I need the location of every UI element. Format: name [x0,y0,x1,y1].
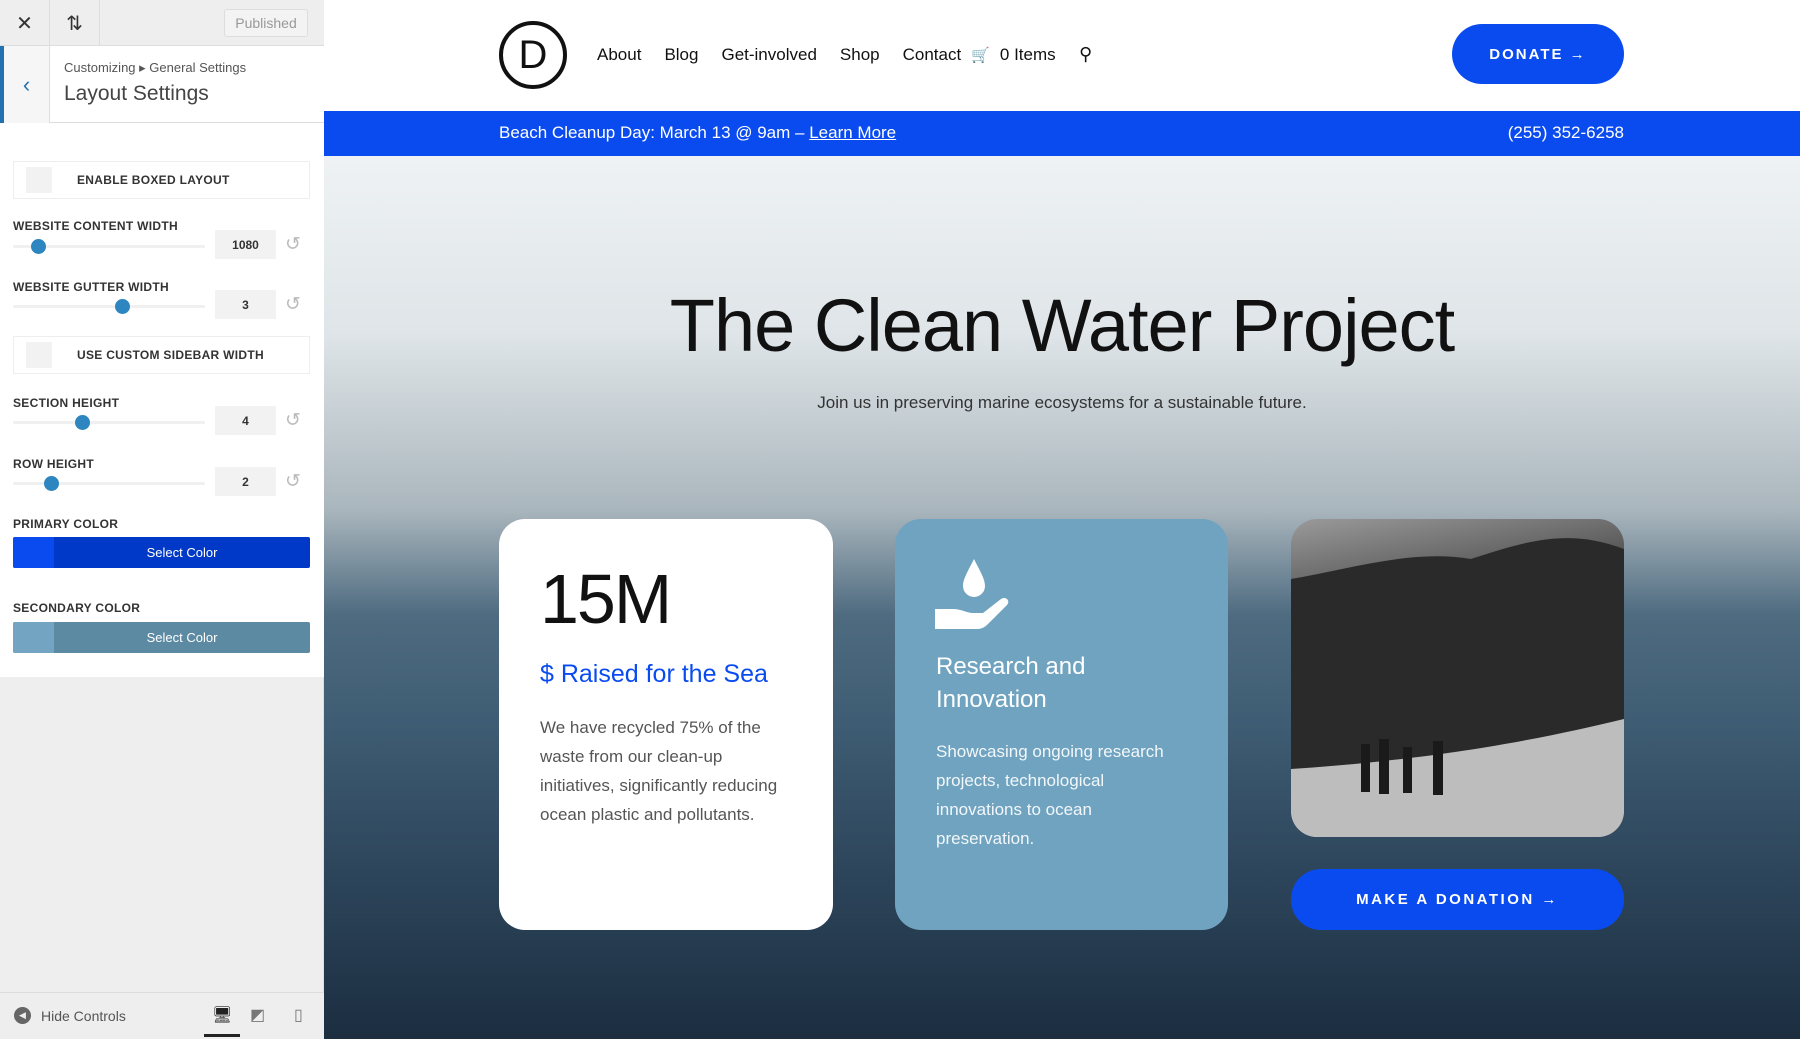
enable-boxed-layout-toggle[interactable]: ENABLE BOXED LAYOUT [13,161,310,199]
reset-icon[interactable]: ↺ [285,293,301,316]
donate-button[interactable]: DONATE → [1452,24,1624,84]
reset-icon[interactable]: ↺ [285,470,301,493]
section-height-slider[interactable] [13,415,205,430]
slider-handle[interactable] [115,299,131,314]
research-heading: Research and Innovation [936,653,1086,713]
breadcrumb: Customizing ▸ General Settings [64,60,247,75]
customizer-topbar: ✕ ⇅ Published [0,0,324,46]
cart-icon[interactable]: 🛒 [971,46,990,64]
hero-subtitle: Join us in preserving marine ecosystems … [817,393,1307,412]
button-label: Select Color [146,630,218,645]
arrows-up-down-icon[interactable]: ⇅ [50,0,100,46]
cart-count[interactable]: 0 Items [1000,45,1056,65]
promo-text: Beach Cleanup Day: March 13 @ 9am – [499,123,810,142]
gutter-width-label: WEBSITE GUTTER WIDTH [13,280,169,294]
site-header: D About Blog Get-involved Shop Contact 🛒… [324,0,1800,111]
stat-card: 15M $ Raised for the Sea We have recycle… [499,519,833,930]
research-card: Research and Innovation Showcasing ongoi… [895,519,1228,930]
close-icon[interactable]: ✕ [0,0,50,46]
mobile-preview-icon[interactable]: ▯ [294,1005,303,1025]
secondary-color-button[interactable]: Select Color [13,622,310,653]
promo-text-wrap: Beach Cleanup Day: March 13 @ 9am – Lear… [499,123,896,143]
customizer-footer: ◀ Hide Controls 🖥 ◩ ▯ [0,992,324,1039]
hide-controls-label: Hide Controls [41,1007,126,1024]
collapse-icon: ◀ [14,1007,31,1024]
hero-title: The Clean Water Project [669,284,1455,367]
slider-handle[interactable] [44,476,60,491]
beach-photo [1291,519,1624,837]
main-nav: About Blog Get-involved Shop Contact 🛒 0… [597,44,1092,65]
primary-color-button[interactable]: Select Color [13,537,310,568]
back-icon[interactable]: ‹ [0,46,50,123]
slider-handle[interactable] [75,415,91,430]
toggle-label: USE CUSTOM SIDEBAR WIDTH [77,348,264,362]
learn-more-link[interactable]: Learn More [809,123,896,142]
section-header: ‹ Customizing ▸ General Settings Layout … [0,46,324,123]
nav-get-involved[interactable]: Get-involved [721,45,816,65]
toggle-label: ENABLE BOXED LAYOUT [77,173,230,187]
site-preview: D About Blog Get-involved Shop Contact 🛒… [324,0,1800,1039]
make-donation-button[interactable]: MAKE A DONATION → [1291,869,1624,930]
nav-about[interactable]: About [597,45,641,65]
content-width-label: WEBSITE CONTENT WIDTH [13,219,178,233]
content-width-input[interactable]: 1080 [215,230,276,259]
tablet-preview-icon[interactable]: ◩ [250,1005,265,1025]
desktop-preview-icon[interactable]: 🖥 [204,1005,241,1037]
reset-icon[interactable]: ↺ [285,233,301,256]
button-label: Select Color [146,545,218,560]
site-logo[interactable]: D [499,21,567,89]
hide-controls-button[interactable]: ◀ Hide Controls [14,1007,126,1024]
beach-people-image [1291,538,1624,837]
panel-title: Layout Settings [64,82,209,105]
published-button[interactable]: Published [224,9,308,37]
section-height-input[interactable]: 4 [215,406,276,435]
color-swatch [13,537,54,568]
nav-shop[interactable]: Shop [840,45,880,65]
custom-sidebar-width-toggle[interactable]: USE CUSTOM SIDEBAR WIDTH [13,336,310,374]
row-height-label: ROW HEIGHT [13,457,94,471]
stat-value: 15M [540,560,672,638]
research-body: Showcasing ongoing research projects, te… [936,742,1164,848]
search-icon[interactable]: ⚲ [1079,44,1092,65]
nav-contact[interactable]: Contact [903,45,962,65]
hero-section: The Clean Water Project Join us in prese… [324,156,1800,1039]
phone-number[interactable]: (255) 352-6258 [1508,123,1624,143]
customizer-sidebar: ✕ ⇅ Published ‹ Customizing ▸ General Se… [0,0,324,1039]
settings-panel: ENABLE BOXED LAYOUT WEBSITE CONTENT WIDT… [0,123,324,677]
color-swatch [13,622,54,653]
gutter-width-slider[interactable] [13,299,205,314]
primary-color-label: PRIMARY COLOR [13,517,119,531]
stat-body: We have recycled 75% of the waste from o… [540,718,778,824]
secondary-color-label: SECONDARY COLOR [13,601,141,615]
reset-icon[interactable]: ↺ [285,409,301,432]
water-drop-hand-icon [935,559,1009,629]
checkbox[interactable] [26,167,52,193]
checkbox[interactable] [26,342,52,368]
gutter-width-input[interactable]: 3 [215,290,276,319]
slider-handle[interactable] [30,239,46,254]
content-width-slider[interactable] [13,239,205,254]
promo-bar: Beach Cleanup Day: March 13 @ 9am – Lear… [324,111,1800,156]
row-height-slider[interactable] [13,476,205,491]
nav-blog[interactable]: Blog [664,45,698,65]
stat-heading: $ Raised for the Sea [540,660,768,688]
section-height-label: SECTION HEIGHT [13,396,120,410]
row-height-input[interactable]: 2 [215,467,276,496]
